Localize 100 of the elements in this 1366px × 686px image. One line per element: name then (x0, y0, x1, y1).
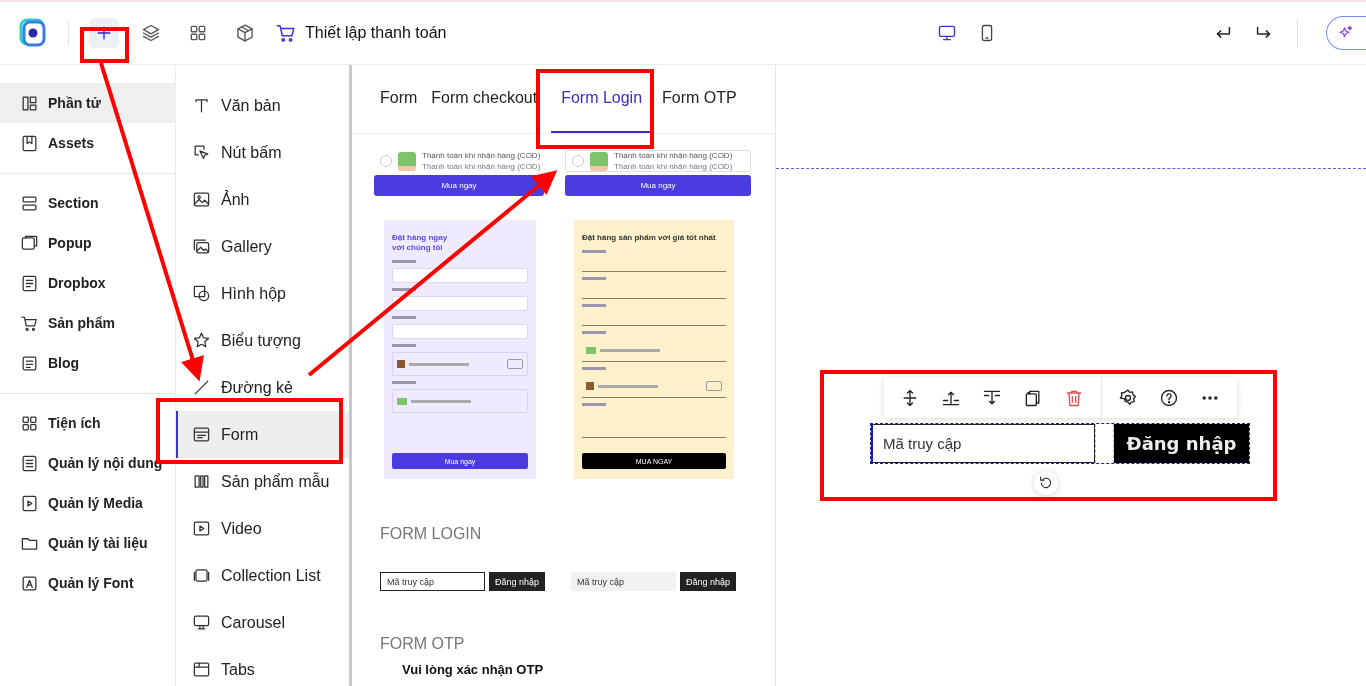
login-form-template[interactable]: Mã truy cập Đăng nhập (571, 572, 737, 591)
line-icon (192, 378, 211, 397)
payment-title: Thanh toán khi nhận hàng (COD) (422, 150, 541, 161)
payment-subtitle: Thanh toán khi nhận hàng (COD) (422, 161, 541, 172)
gallery-icon (192, 237, 211, 256)
payment-title: Thanh toán khi nhận hàng (COD) (614, 150, 733, 161)
settings-icon[interactable] (1118, 387, 1138, 408)
video-icon (192, 519, 211, 538)
sidebar-item[interactable]: Popup (0, 223, 175, 263)
box-icon (235, 23, 255, 43)
form-type-tab[interactable]: Form checkout (431, 65, 542, 133)
cart-icon (275, 22, 297, 44)
element-item-label: Form (221, 425, 259, 444)
help-icon[interactable] (1159, 387, 1179, 408)
element-item[interactable]: Gallery (176, 223, 349, 270)
payment-option[interactable]: Thanh toán khi nhận hàng (COD) Thanh toán khi nhận hàng (COD) (565, 150, 751, 172)
form-title: Đặt hàng sản phẩm với giá tốt nhất (582, 233, 717, 243)
popup-icon (20, 233, 39, 253)
pointer-icon (192, 143, 211, 162)
sidebar-item[interactable]: Quản lý Media (0, 483, 175, 523)
collection-icon (192, 566, 211, 585)
form-type-tab[interactable]: Form (380, 65, 422, 133)
access-code-field[interactable]: Mã truy cập (871, 424, 1095, 463)
carousel-icon (192, 613, 211, 632)
login-form-template[interactable]: Mã truy cập Đăng nhập (380, 572, 546, 591)
element-item[interactable]: Tabs (176, 646, 349, 686)
list-icon (20, 273, 39, 293)
desktop-icon (937, 23, 958, 43)
cash-icon (398, 151, 416, 171)
element-item-label: Biểu tượng (221, 331, 301, 350)
payment-option[interactable]: Thanh toán khi nhận hàng (COD) Thanh toán khi nhận hàng (COD) (374, 150, 544, 172)
sidebar-item-label: Quản lý Font (48, 575, 134, 591)
logo-icon[interactable] (18, 18, 48, 48)
sidebar-item-label: Blog (48, 355, 80, 371)
cash-icon (590, 151, 608, 171)
annotation-box (80, 27, 129, 63)
sidebar-item[interactable]: Sản phẩm (0, 303, 175, 343)
element-item-label: Đường kẻ (221, 378, 293, 397)
buy-now-button[interactable]: Mua ngay (565, 175, 751, 196)
sidebar-item[interactable]: Blog (0, 343, 175, 383)
form-type-tab[interactable]: Form OTP (662, 65, 741, 133)
element-item-label: Nút bấm (221, 143, 282, 162)
element-item[interactable]: Văn bản (176, 82, 349, 129)
login-button[interactable]: Đăng nhập (1114, 424, 1249, 463)
star-icon (192, 331, 211, 350)
element-item[interactable]: Biểu tượng (176, 317, 349, 364)
sidebar-item[interactable]: Assets (0, 123, 175, 163)
sidebar-item[interactable]: Dropbox (0, 263, 175, 303)
element-item[interactable]: Video (176, 505, 349, 552)
element-item-label: Ảnh (221, 190, 250, 209)
image-icon (192, 190, 211, 209)
element-item[interactable]: Hình hộp (176, 270, 349, 317)
element-item[interactable]: Đường kẻ (176, 364, 349, 411)
sidebar-item-label: Phần tử (48, 95, 101, 111)
checkout-setup-label[interactable]: Thiết lập thanh toán (305, 24, 447, 42)
element-item-label: Tabs (221, 660, 255, 679)
login-button: Đăng nhập (489, 572, 546, 591)
login-button: Đăng nhập (680, 572, 737, 591)
element-item[interactable]: Carousel (176, 599, 349, 646)
bookmark-icon (20, 133, 39, 153)
checkout-setup-link[interactable]: Thiết lập thanh toán (275, 22, 447, 44)
element-item-label: Văn bản (221, 96, 281, 115)
buy-now-button[interactable]: Mua ngay (374, 175, 544, 196)
element-item[interactable]: Nút bấm (176, 129, 349, 176)
play-file-icon (20, 493, 39, 513)
text-icon (192, 96, 211, 115)
sidebar-item[interactable]: Section (0, 183, 175, 223)
sidebar-item-label: Assets (48, 135, 94, 151)
grid-icon (188, 23, 208, 43)
element-item[interactable]: Sản phẩm mẫu (176, 458, 349, 505)
section-heading: FORM OTP (380, 635, 466, 654)
otp-prompt: Vui lòng xác nhận OTP (402, 662, 545, 677)
sidebar-item-label: Section (48, 195, 99, 211)
element-item-label: Collection List (221, 566, 321, 585)
element-item-label: Gallery (221, 237, 272, 256)
layers-icon (141, 23, 161, 43)
sidebar-item[interactable]: Quản lý Font (0, 563, 175, 603)
element-item[interactable]: Ảnh (176, 176, 349, 223)
sidebar-item-label: Quản lý Media (48, 495, 143, 511)
ai-button[interactable] (1326, 16, 1366, 50)
sidebar-item-label: Sản phẩm (48, 315, 115, 331)
sidebar-item[interactable]: Tiện ích (0, 403, 175, 443)
sidebar-item[interactable]: Phần tử (0, 83, 175, 123)
sidebar-item[interactable]: Quản lý tài liệu (0, 523, 175, 563)
access-code-field: Mã truy cập (380, 572, 485, 591)
tabs-icon (192, 660, 211, 679)
element-item-label: Video (221, 519, 262, 538)
shapes-icon (192, 284, 211, 303)
element-item-label: Hình hộp (221, 284, 286, 303)
form-type-tab[interactable]: Form Login (551, 65, 653, 133)
element-item[interactable]: Form (176, 411, 349, 458)
sidebar-item-label: Popup (48, 235, 92, 251)
element-item-label: Carousel (221, 613, 286, 632)
form-title: Đặt hàng ngay với chúng tôi (392, 233, 449, 253)
product-icon (192, 472, 211, 491)
element-item-label: Sản phẩm mẫu (221, 472, 330, 491)
sidebar-item-label: Tiện ích (48, 415, 101, 431)
access-code-field: Mã truy cập (571, 572, 677, 591)
element-item[interactable]: Collection List (176, 552, 349, 599)
sidebar-item-label: Quản lý tài liệu (48, 535, 148, 551)
